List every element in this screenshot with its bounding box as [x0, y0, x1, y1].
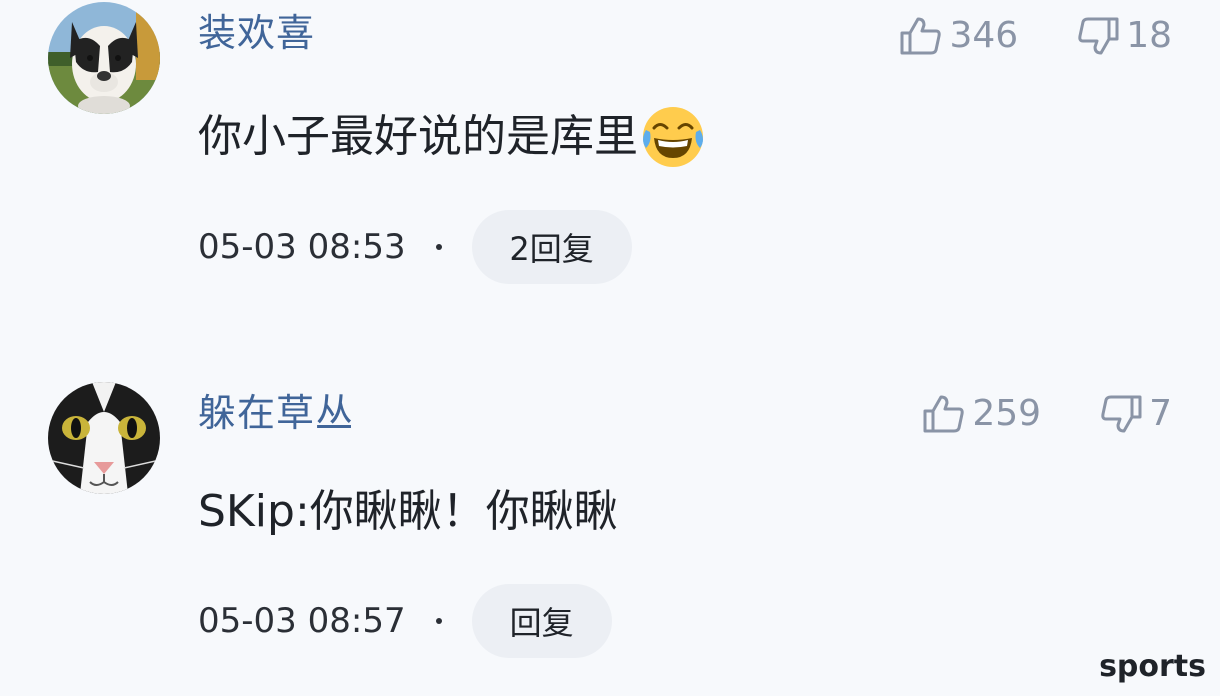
vote-bar: 259 7	[922, 392, 1172, 436]
separator-dot	[435, 618, 442, 624]
comment-meta: 05-03 08:53 2回复	[198, 210, 632, 284]
dislike-button[interactable]: 18	[1076, 16, 1172, 56]
comment-meta: 05-03 08:57 回复	[198, 584, 612, 658]
comment-text-body: SKip:你瞅瞅！你瞅瞅	[198, 486, 618, 537]
comment-text: SKip:你瞅瞅！你瞅瞅	[198, 490, 618, 534]
dog-avatar-icon	[48, 2, 160, 114]
reply-button[interactable]: 回复	[471, 584, 612, 658]
timestamp: 05-03 08:53	[198, 227, 406, 267]
like-button[interactable]: 259	[922, 394, 1041, 434]
comment-text-body: 你小子最好说的是库里	[198, 111, 638, 162]
thumbs-down-icon	[1078, 17, 1119, 55]
separator-dot	[435, 244, 442, 250]
comment-text: 你小子最好说的是库里	[198, 104, 706, 170]
watermark: sports	[1099, 649, 1206, 684]
dislike-button[interactable]: 7	[1099, 394, 1172, 434]
like-button[interactable]: 346	[899, 16, 1018, 56]
cat-avatar-icon	[48, 382, 160, 494]
vote-bar: 346 18	[899, 14, 1172, 58]
thumbs-up-icon	[923, 395, 965, 433]
like-count: 259	[972, 393, 1042, 434]
tears-of-joy-emoji-icon	[640, 104, 706, 170]
comment-item: 装欢喜 346 18 你小子最好说的是库里 05-03 08:53 2回复	[0, 0, 1220, 320]
thumbs-up-icon	[900, 17, 942, 55]
dislike-count: 7	[1149, 393, 1172, 434]
dislike-count: 18	[1126, 15, 1172, 56]
thumbs-down-icon	[1101, 395, 1142, 433]
reply-button[interactable]: 2回复	[471, 210, 632, 284]
username[interactable]: 躲在草丛	[198, 394, 354, 432]
comment-item: 躲在草丛 259 7 SKip:你瞅瞅！你瞅瞅 05-03 08:57 回复	[0, 370, 1220, 696]
like-count: 346	[949, 15, 1019, 56]
user-avatar[interactable]	[48, 382, 160, 494]
user-avatar[interactable]	[48, 2, 160, 114]
username[interactable]: 装欢喜	[198, 14, 315, 52]
timestamp: 05-03 08:57	[198, 601, 406, 641]
